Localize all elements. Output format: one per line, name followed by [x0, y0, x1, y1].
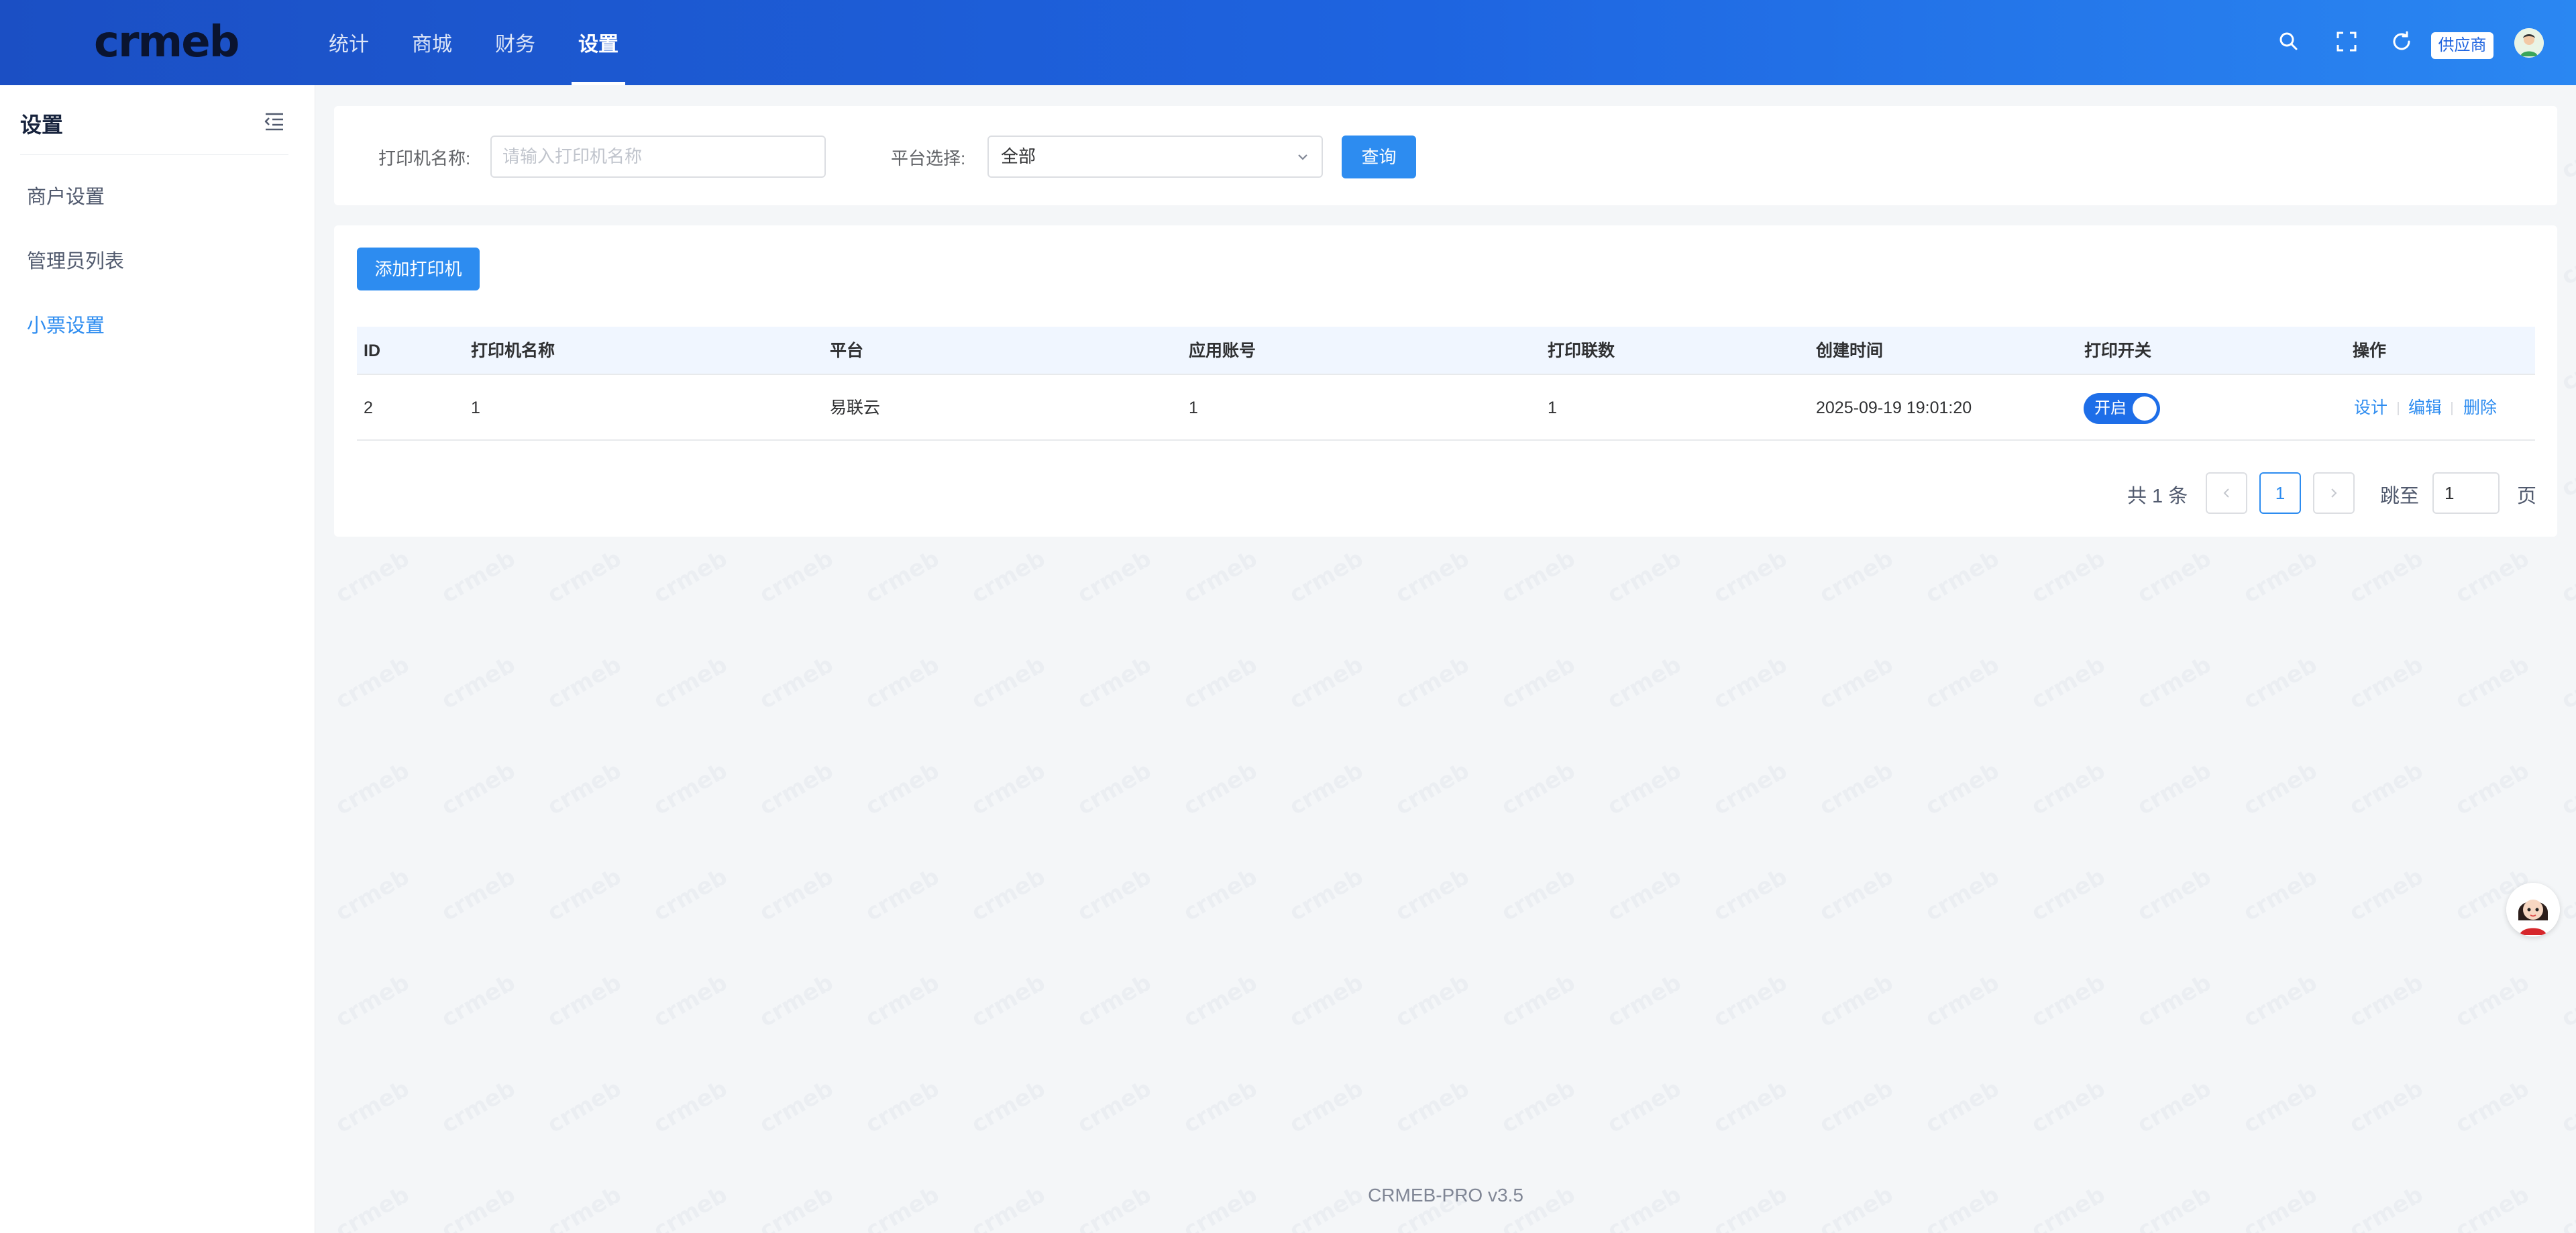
printer-name-label: 打印机名称:	[378, 148, 471, 168]
cell-printer-name: 1	[471, 398, 480, 417]
add-printer-button[interactable]: 添加打印机	[357, 248, 480, 290]
column-header-id: ID	[364, 341, 380, 360]
platform-select-value: 全部	[1001, 146, 1036, 166]
query-button[interactable]: 查询	[1342, 136, 1416, 178]
page-number-button[interactable]: 1	[2259, 472, 2301, 514]
pagination-total: 共 1 条	[2127, 486, 2188, 507]
top-header: crmeb 统计 商城 财务 设置 供应商	[0, 0, 2576, 85]
sidebar: 设置 商户设置 管理员列表 小票设置	[0, 85, 315, 1233]
next-page-button[interactable]	[2313, 472, 2355, 514]
customer-service-avatar[interactable]	[2506, 883, 2560, 936]
print-switch-label: 开启	[2094, 399, 2127, 417]
column-header-platform: 平台	[830, 341, 864, 360]
column-header-print-switch: 打印开关	[2084, 341, 2152, 360]
print-switch-toggle[interactable]: 开启	[2084, 393, 2160, 424]
supplier-badge[interactable]: 供应商	[2431, 32, 2493, 59]
platform-label: 平台选择:	[891, 148, 966, 168]
chevron-right-icon	[2331, 488, 2337, 498]
action-divider	[2451, 402, 2453, 415]
sidebar-item-receipt-settings[interactable]: 小票设置	[27, 310, 105, 338]
switch-knob	[2133, 396, 2157, 421]
column-header-printer-name: 打印机名称	[471, 341, 555, 360]
nav-item-settings[interactable]: 设置	[572, 0, 625, 85]
nav-item-stats[interactable]: 统计	[329, 0, 369, 85]
delete-link[interactable]: 删除	[2463, 375, 2497, 441]
sidebar-header: 设置	[20, 85, 288, 155]
page-suffix-label: 页	[2517, 486, 2537, 507]
user-avatar[interactable]	[2514, 28, 2544, 58]
chevron-down-icon	[1298, 154, 1307, 160]
platform-select[interactable]: 全部	[987, 136, 1323, 178]
column-header-actions: 操作	[2353, 341, 2387, 360]
action-divider	[2398, 402, 2399, 415]
footer-version: CRMEB-PRO v3.5	[1368, 1185, 1523, 1205]
edit-link[interactable]: 编辑	[2408, 375, 2442, 441]
crmeb-logo[interactable]: crmeb	[94, 17, 239, 67]
cell-copies: 1	[1548, 398, 1557, 417]
cell-created-time: 2025-09-19 19:01:20	[1816, 398, 1972, 417]
search-icon[interactable]	[2277, 30, 2301, 54]
chevron-left-icon	[2223, 488, 2229, 498]
menu-collapse-icon[interactable]	[263, 111, 286, 131]
printer-name-input[interactable]	[490, 136, 826, 178]
column-header-copies: 打印联数	[1548, 341, 1615, 360]
refresh-icon[interactable]	[2390, 30, 2414, 54]
cell-app-account: 1	[1189, 398, 1198, 417]
table-header: ID 打印机名称 平台 应用账号 打印联数 创建时间 打印开关 操作	[357, 327, 2535, 375]
cell-platform: 易联云	[830, 398, 881, 417]
nav-item-mall[interactable]: 商城	[412, 0, 452, 85]
sidebar-item-admin-list[interactable]: 管理员列表	[27, 246, 124, 274]
jump-to-label: 跳至	[2380, 486, 2420, 507]
table-row: 2 1 易联云 1 1 2025-09-19 19:01:20 开启 设计 编辑…	[357, 375, 2535, 441]
jump-page-input[interactable]	[2432, 472, 2500, 514]
sidebar-title: 设置	[20, 113, 64, 137]
fullscreen-icon[interactable]	[2334, 30, 2359, 54]
column-header-app-account: 应用账号	[1189, 341, 1256, 360]
cell-id: 2	[364, 398, 373, 417]
sidebar-item-merchant-settings[interactable]: 商户设置	[27, 181, 105, 209]
logo-text: crmeb	[94, 17, 239, 67]
nav-item-finance[interactable]: 财务	[495, 0, 535, 85]
top-nav: 统计 商城 财务 设置	[329, 0, 661, 85]
column-header-created-time: 创建时间	[1816, 341, 1884, 360]
prev-page-button[interactable]	[2206, 472, 2247, 514]
design-link[interactable]: 设计	[2354, 375, 2387, 441]
